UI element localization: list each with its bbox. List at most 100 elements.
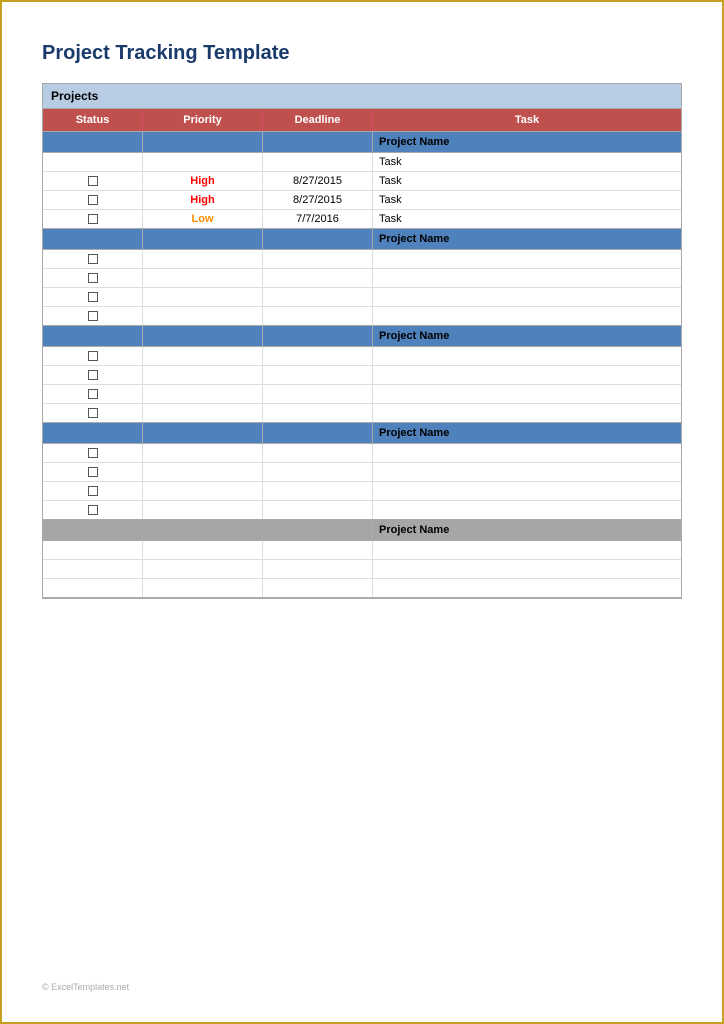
data-row: High 8/27/2015 Task: [43, 172, 681, 191]
checkbox[interactable]: [88, 370, 98, 380]
deadline-cell: [263, 347, 373, 365]
priority-cell: [143, 482, 263, 500]
status-cell[interactable]: [43, 444, 143, 462]
column-header-row: Status Priority Deadline Task: [43, 109, 681, 132]
priority-cell: [143, 153, 263, 171]
priority-cell: [143, 463, 263, 481]
status-cell[interactable]: [43, 482, 143, 500]
checkbox[interactable]: [88, 254, 98, 264]
empty-cell: [143, 229, 263, 249]
checkbox[interactable]: [88, 273, 98, 283]
priority-cell: [143, 366, 263, 384]
data-row: [43, 250, 681, 269]
status-cell[interactable]: [43, 172, 143, 190]
task-cell: Task: [373, 153, 681, 171]
empty-cell: [43, 132, 143, 152]
project-section-4: Project Name: [43, 423, 681, 520]
priority-cell: High: [143, 191, 263, 209]
empty-cell: [263, 326, 373, 346]
status-cell: [43, 560, 143, 578]
project-section-1: Project Name Task High 8/27/2015 Task: [43, 132, 681, 229]
empty-cell: [263, 229, 373, 249]
data-row: [43, 463, 681, 482]
status-cell[interactable]: [43, 269, 143, 287]
empty-cell: [263, 423, 373, 443]
project-name-row-2: Project Name: [43, 229, 681, 250]
project-name-5: Project Name: [373, 520, 681, 540]
empty-cell: [43, 326, 143, 346]
deadline-cell: [263, 560, 373, 578]
priority-value: High: [190, 175, 214, 187]
checkbox[interactable]: [88, 351, 98, 361]
status-cell[interactable]: [43, 366, 143, 384]
checkbox[interactable]: [88, 505, 98, 515]
deadline-cell: [263, 307, 373, 325]
checkbox[interactable]: [88, 292, 98, 302]
deadline-cell: [263, 501, 373, 519]
priority-value: Low: [192, 213, 214, 225]
task-cell: [373, 444, 681, 462]
data-row: Task: [43, 153, 681, 172]
status-cell: [43, 541, 143, 559]
checkbox[interactable]: [88, 467, 98, 477]
page: Project Tracking Template Projects Statu…: [0, 0, 724, 1024]
empty-cell: [43, 229, 143, 249]
projects-header: Projects: [43, 84, 681, 109]
data-row: [43, 482, 681, 501]
priority-cell: High: [143, 172, 263, 190]
checkbox[interactable]: [88, 311, 98, 321]
status-cell[interactable]: [43, 347, 143, 365]
project-name-row-5: Project Name: [43, 520, 681, 541]
col-header-priority: Priority: [143, 109, 263, 131]
priority-cell: [143, 444, 263, 462]
task-cell: [373, 404, 681, 422]
empty-cell: [143, 132, 263, 152]
priority-cell: [143, 307, 263, 325]
checkbox[interactable]: [88, 486, 98, 496]
deadline-cell: 8/27/2015: [263, 172, 373, 190]
empty-cell: [143, 326, 263, 346]
col-header-deadline: Deadline: [263, 109, 373, 131]
checkbox[interactable]: [88, 195, 98, 205]
checkbox[interactable]: [88, 448, 98, 458]
page-title: Project Tracking Template: [42, 42, 682, 65]
checkbox[interactable]: [88, 389, 98, 399]
data-row: [43, 269, 681, 288]
task-cell: [373, 385, 681, 403]
status-cell[interactable]: [43, 210, 143, 228]
priority-cell: [143, 560, 263, 578]
empty-cell: [43, 423, 143, 443]
checkbox[interactable]: [88, 408, 98, 418]
project-name-2: Project Name: [373, 229, 681, 249]
status-cell[interactable]: [43, 404, 143, 422]
project-name-4: Project Name: [373, 423, 681, 443]
checkbox[interactable]: [88, 176, 98, 186]
status-cell[interactable]: [43, 250, 143, 268]
priority-cell: [143, 404, 263, 422]
status-cell[interactable]: [43, 385, 143, 403]
priority-cell: Low: [143, 210, 263, 228]
status-cell[interactable]: [43, 501, 143, 519]
col-header-task: Task: [373, 109, 681, 131]
status-cell[interactable]: [43, 307, 143, 325]
data-row: [43, 501, 681, 519]
deadline-cell: 7/7/2016: [263, 210, 373, 228]
task-cell: [373, 288, 681, 306]
deadline-cell: [263, 404, 373, 422]
task-cell: [373, 560, 681, 578]
status-cell[interactable]: [43, 288, 143, 306]
task-cell: Task: [373, 191, 681, 209]
project-name-row-3: Project Name: [43, 326, 681, 347]
priority-cell: [143, 385, 263, 403]
data-row: [43, 307, 681, 325]
project-name-3: Project Name: [373, 326, 681, 346]
deadline-cell: [263, 444, 373, 462]
status-cell[interactable]: [43, 463, 143, 481]
deadline-cell: 8/27/2015: [263, 191, 373, 209]
checkbox[interactable]: [88, 214, 98, 224]
status-cell[interactable]: [43, 191, 143, 209]
empty-cell: [143, 423, 263, 443]
deadline-cell: [263, 385, 373, 403]
deadline-cell: [263, 366, 373, 384]
deadline-cell: [263, 269, 373, 287]
